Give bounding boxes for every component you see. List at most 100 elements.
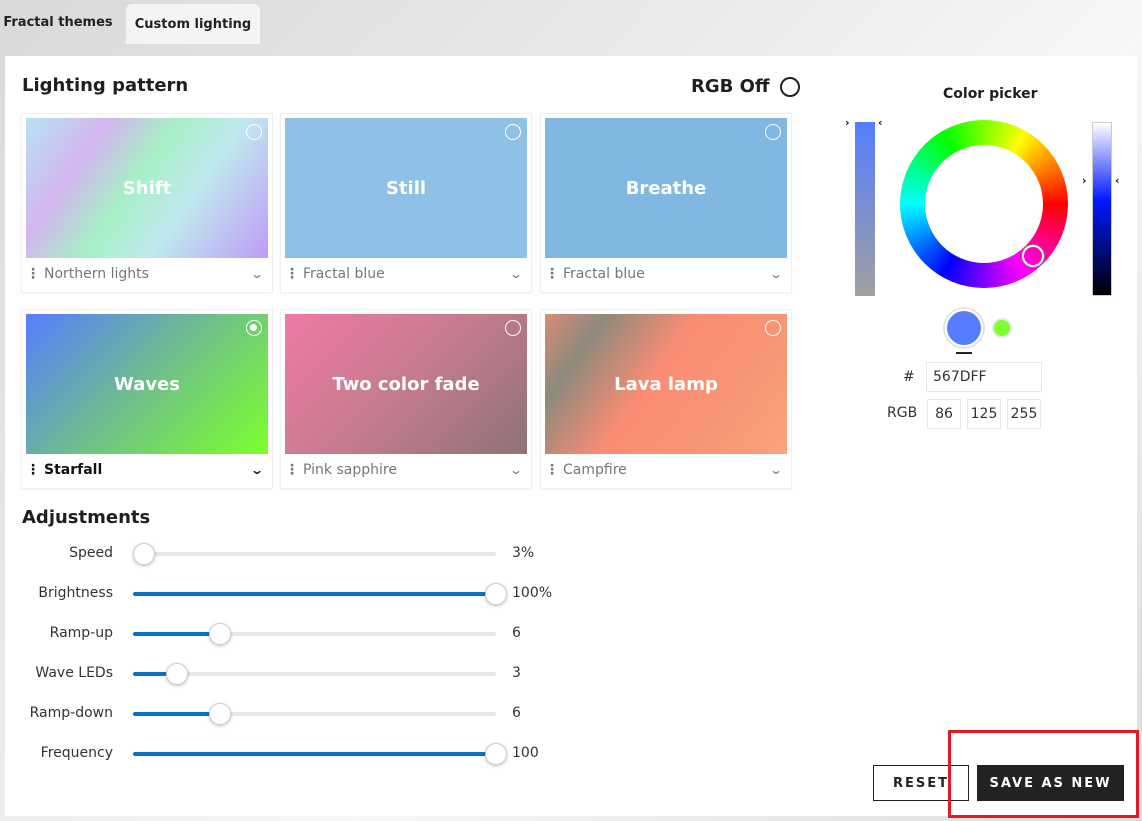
blue-input[interactable]: 255 bbox=[1007, 399, 1041, 429]
slider-track[interactable] bbox=[133, 583, 507, 605]
pattern-swatch[interactable]: Two color fade bbox=[285, 314, 527, 454]
preset-name: Campfire bbox=[563, 462, 627, 478]
pattern-name: Still bbox=[385, 177, 427, 199]
pattern-name: Waves bbox=[113, 373, 180, 395]
slider-fill bbox=[133, 592, 496, 596]
chevron-down-icon[interactable]: ⌄ bbox=[509, 267, 523, 281]
secondary-color-swatch[interactable] bbox=[992, 318, 1012, 338]
hex-input[interactable]: 567DFF bbox=[926, 362, 1042, 392]
slider-thumb[interactable] bbox=[485, 583, 507, 605]
pattern-swatch[interactable]: Lava lamp bbox=[545, 314, 787, 454]
pattern-radio[interactable] bbox=[246, 124, 262, 140]
preset-name: Northern lights bbox=[44, 266, 149, 282]
chevron-right-icon: › bbox=[845, 116, 850, 129]
hue-wheel-handle[interactable] bbox=[1022, 245, 1044, 267]
red-input[interactable]: 86 bbox=[927, 399, 961, 429]
preset-dropdown[interactable]: ⋮ Pink sapphire ⌄ bbox=[285, 456, 527, 484]
pattern-radio[interactable] bbox=[765, 124, 781, 140]
preset-dropdown[interactable]: ⋮ Fractal blue ⌄ bbox=[545, 260, 787, 288]
pattern-swatch[interactable]: Still bbox=[285, 118, 527, 258]
slider-fill bbox=[133, 752, 496, 756]
slider-thumb[interactable] bbox=[485, 743, 507, 765]
slider-thumb[interactable] bbox=[209, 623, 232, 645]
pattern-radio-selected[interactable] bbox=[246, 320, 262, 336]
rgb-off-radio[interactable] bbox=[779, 76, 800, 97]
chevron-down-icon[interactable]: ⌄ bbox=[769, 463, 783, 477]
slider-ramp-down: Ramp-down 6 bbox=[5, 703, 565, 725]
rgb-off-label: RGB Off bbox=[691, 76, 770, 97]
brightness-slider[interactable] bbox=[1092, 122, 1112, 296]
chevron-down-icon[interactable]: ⌄ bbox=[250, 267, 264, 281]
slider-track[interactable] bbox=[133, 743, 507, 765]
slider-track[interactable] bbox=[133, 703, 496, 725]
pattern-radio[interactable] bbox=[505, 124, 521, 140]
chevron-down-icon[interactable]: ⌄ bbox=[250, 463, 264, 477]
pattern-card-breathe[interactable]: Breathe ⋮ Fractal blue ⌄ bbox=[541, 114, 791, 292]
pattern-swatch[interactable]: Waves bbox=[26, 314, 268, 454]
pattern-name: Breathe bbox=[625, 177, 707, 199]
color-picker-title: Color picker bbox=[943, 86, 1038, 102]
preset-name: Pink sapphire bbox=[303, 462, 397, 478]
drag-handle-icon[interactable]: ⋮ bbox=[545, 462, 559, 478]
slider-ramp-up: Ramp-up 6 bbox=[5, 623, 565, 645]
slider-track[interactable] bbox=[133, 663, 496, 685]
slider-thumb[interactable] bbox=[209, 703, 232, 725]
primary-color-swatch[interactable] bbox=[947, 311, 981, 345]
lighting-pattern-title: Lighting pattern bbox=[22, 75, 189, 96]
slider-fill bbox=[133, 632, 221, 636]
chevron-left-icon: ‹ bbox=[1115, 174, 1120, 187]
pattern-card-lava-lamp[interactable]: Lava lamp ⋮ Campfire ⌄ bbox=[541, 310, 791, 488]
slider-label: Brightness bbox=[38, 585, 113, 601]
slider-label: Speed bbox=[69, 545, 113, 561]
slider-value: 100% bbox=[512, 585, 553, 601]
chevron-right-icon: › bbox=[1082, 174, 1087, 187]
selected-color-indicator bbox=[956, 352, 972, 354]
pattern-swatch[interactable]: Shift bbox=[26, 118, 268, 258]
tab-custom-lighting[interactable]: Custom lighting bbox=[126, 4, 260, 44]
saturation-slider[interactable] bbox=[855, 122, 875, 296]
pattern-radio[interactable] bbox=[505, 320, 521, 336]
slider-track[interactable] bbox=[132, 543, 496, 565]
tab-fractal-themes[interactable]: Fractal themes bbox=[0, 0, 116, 44]
drag-handle-icon[interactable]: ⋮ bbox=[545, 266, 559, 282]
chevron-left-icon: ‹ bbox=[878, 116, 883, 129]
top-tab-bar: Fractal themes Custom lighting bbox=[0, 0, 1142, 44]
slider-fill bbox=[133, 712, 221, 716]
pattern-card-still[interactable]: Still ⋮ Fractal blue ⌄ bbox=[281, 114, 531, 292]
pattern-card-two-color-fade[interactable]: Two color fade ⋮ Pink sapphire ⌄ bbox=[281, 310, 531, 488]
drag-handle-icon[interactable]: ⋮ bbox=[285, 266, 299, 282]
slider-speed: Speed 3% bbox=[5, 543, 565, 565]
pattern-name: Lava lamp bbox=[614, 373, 718, 395]
slider-value: 6 bbox=[512, 705, 521, 721]
adjustments-title: Adjustments bbox=[22, 507, 151, 528]
slider-brightness: Brightness 100% bbox=[5, 583, 565, 605]
preset-dropdown[interactable]: ⋮ Campfire ⌄ bbox=[545, 456, 787, 484]
slider-label: Wave LEDs bbox=[35, 665, 113, 681]
drag-handle-icon[interactable]: ⋮ bbox=[285, 462, 299, 478]
slider-thumb[interactable] bbox=[165, 663, 188, 685]
drag-handle-icon[interactable]: ⋮ bbox=[26, 462, 40, 478]
pattern-radio[interactable] bbox=[765, 320, 781, 336]
hue-wheel-center bbox=[925, 145, 1043, 263]
drag-handle-icon[interactable]: ⋮ bbox=[26, 266, 40, 282]
pattern-card-waves[interactable]: Waves ⋮ Starfall ⌄ bbox=[22, 310, 272, 488]
slider-thumb[interactable] bbox=[132, 543, 155, 565]
preset-dropdown[interactable]: ⋮ Starfall ⌄ bbox=[26, 456, 268, 484]
preset-dropdown[interactable]: ⋮ Fractal blue ⌄ bbox=[285, 260, 527, 288]
slider-label: Ramp-up bbox=[49, 625, 113, 641]
main-panel: Lighting pattern RGB Off Shift ⋮ Norther… bbox=[5, 56, 1137, 816]
preset-dropdown[interactable]: ⋮ Northern lights ⌄ bbox=[26, 260, 268, 288]
chevron-down-icon[interactable]: ⌄ bbox=[509, 463, 523, 477]
pattern-card-shift[interactable]: Shift ⋮ Northern lights ⌄ bbox=[22, 114, 272, 292]
pattern-name: Shift bbox=[122, 177, 172, 199]
slider-wave-leds: Wave LEDs 3 bbox=[5, 663, 565, 685]
slider-label: Frequency bbox=[40, 745, 113, 761]
rgb-label: RGB bbox=[887, 405, 918, 421]
pattern-swatch[interactable]: Breathe bbox=[545, 118, 787, 258]
green-input[interactable]: 125 bbox=[967, 399, 1001, 429]
preset-name: Starfall bbox=[44, 462, 103, 478]
slider-track[interactable] bbox=[133, 623, 496, 645]
slider-value: 3% bbox=[512, 545, 535, 561]
rgb-off-toggle[interactable]: RGB Off bbox=[691, 76, 800, 97]
chevron-down-icon[interactable]: ⌄ bbox=[769, 267, 783, 281]
